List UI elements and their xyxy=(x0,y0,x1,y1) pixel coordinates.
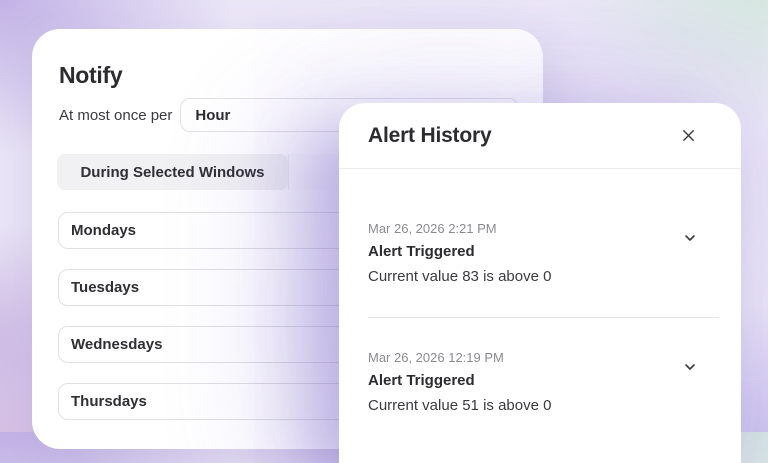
day-label: Thursdays xyxy=(71,393,147,410)
day-label: Wednesdays xyxy=(71,336,163,353)
x-icon xyxy=(681,128,696,143)
tab-during-selected-windows[interactable]: During Selected Windows xyxy=(57,154,288,190)
entry-timestamp: Mar 26, 2026 12:19 PM xyxy=(368,350,504,365)
expand-entry-button[interactable] xyxy=(681,358,699,376)
alert-history-panel: Alert History Mar 26, 2026 2:21 PM Alert… xyxy=(339,103,741,463)
chevron-down-icon xyxy=(683,360,697,374)
entry-description: Current value 83 is above 0 xyxy=(368,268,552,285)
alert-history-title: Alert History xyxy=(368,123,492,147)
close-button[interactable] xyxy=(677,125,699,147)
entry-title: Alert Triggered xyxy=(368,243,475,260)
alert-history-entry[interactable]: Mar 26, 2026 2:21 PM Alert Triggered Cur… xyxy=(339,189,741,317)
alert-history-entry[interactable]: Mar 26, 2026 12:19 PM Alert Triggered Cu… xyxy=(339,318,741,446)
entry-description: Current value 51 is above 0 xyxy=(368,397,552,414)
alert-history-list: Mar 26, 2026 2:21 PM Alert Triggered Cur… xyxy=(339,169,741,446)
expand-entry-button[interactable] xyxy=(681,229,699,247)
entry-timestamp: Mar 26, 2026 2:21 PM xyxy=(368,221,497,236)
alert-history-header: Alert History xyxy=(339,103,741,169)
frequency-label: At most once per xyxy=(59,106,173,124)
notify-card-title: Notify xyxy=(59,62,123,88)
day-label: Tuesdays xyxy=(71,279,140,296)
tab-label: During Selected Windows xyxy=(80,163,265,181)
entry-title: Alert Triggered xyxy=(368,372,475,389)
frequency-select-value: Hour xyxy=(195,106,231,124)
day-label: Mondays xyxy=(71,222,137,239)
chevron-down-icon xyxy=(683,231,697,245)
